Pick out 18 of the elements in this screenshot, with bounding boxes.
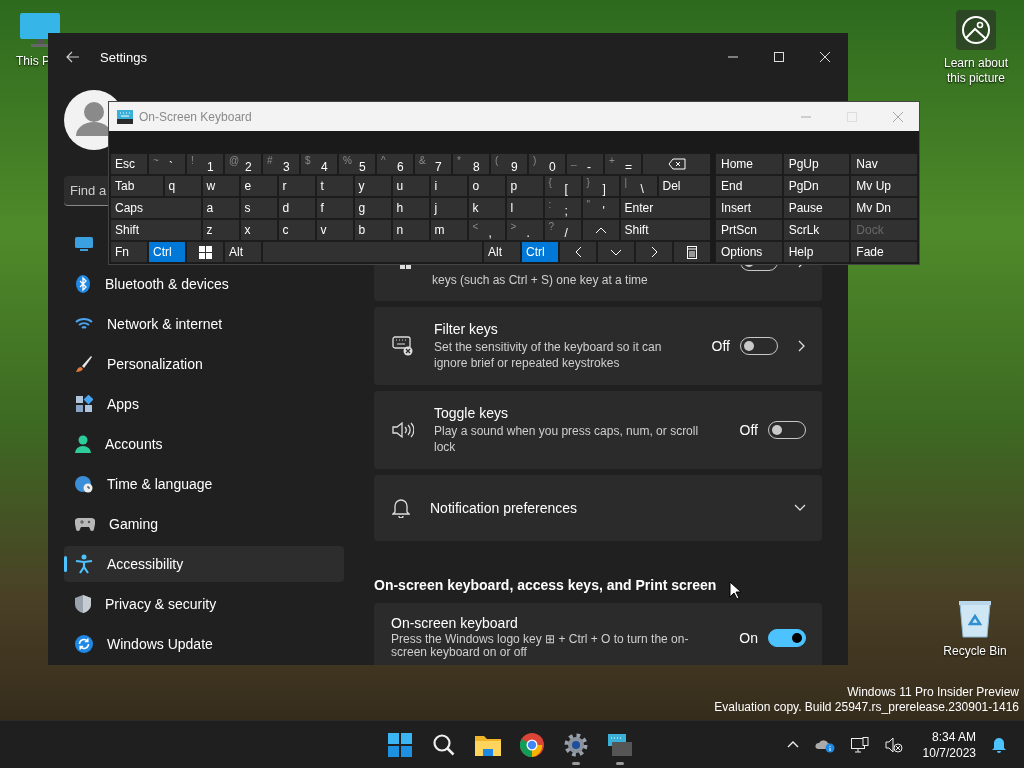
setting-description: keys (such as Ctrl + S) one key at a time: [432, 272, 648, 288]
clock-time: 8:34 AM: [931, 728, 976, 745]
toggle-state-label: Off: [739, 422, 758, 438]
setting-title: On-screen keyboard: [391, 615, 518, 631]
setting-title: Notification preferences: [430, 500, 578, 516]
section-heading: On-screen keyboard, access keys, and Print screen: [374, 577, 717, 593]
setting-title: Toggle keys: [434, 405, 508, 421]
window-title: On-Screen Keyboard: [139, 109, 252, 124]
clock-date: 10/7/2023: [922, 744, 976, 761]
build-info-text: Evaluation copy. Build 25947.rs_prerelease.230901-1416: [714, 700, 1019, 715]
setting-description: Set the sensitivity of the keyboard so it can ignore brief or repeated keystrokes: [434, 339, 663, 371]
toggle-state-label: On: [739, 630, 758, 646]
setting-title: Filter keys: [434, 321, 498, 337]
toggle-state-label: Off: [711, 338, 730, 354]
setting-description: Play a sound when you press caps, num, or scroll lock: [434, 423, 700, 455]
window-title: Settings: [100, 49, 147, 65]
build-info-text: Windows 11 Pro Insider Preview: [847, 685, 1019, 700]
setting-description: Press the Windows logo key ⊞ + Ctrl + O to turn the on-screen keyboard on or off: [391, 633, 690, 659]
